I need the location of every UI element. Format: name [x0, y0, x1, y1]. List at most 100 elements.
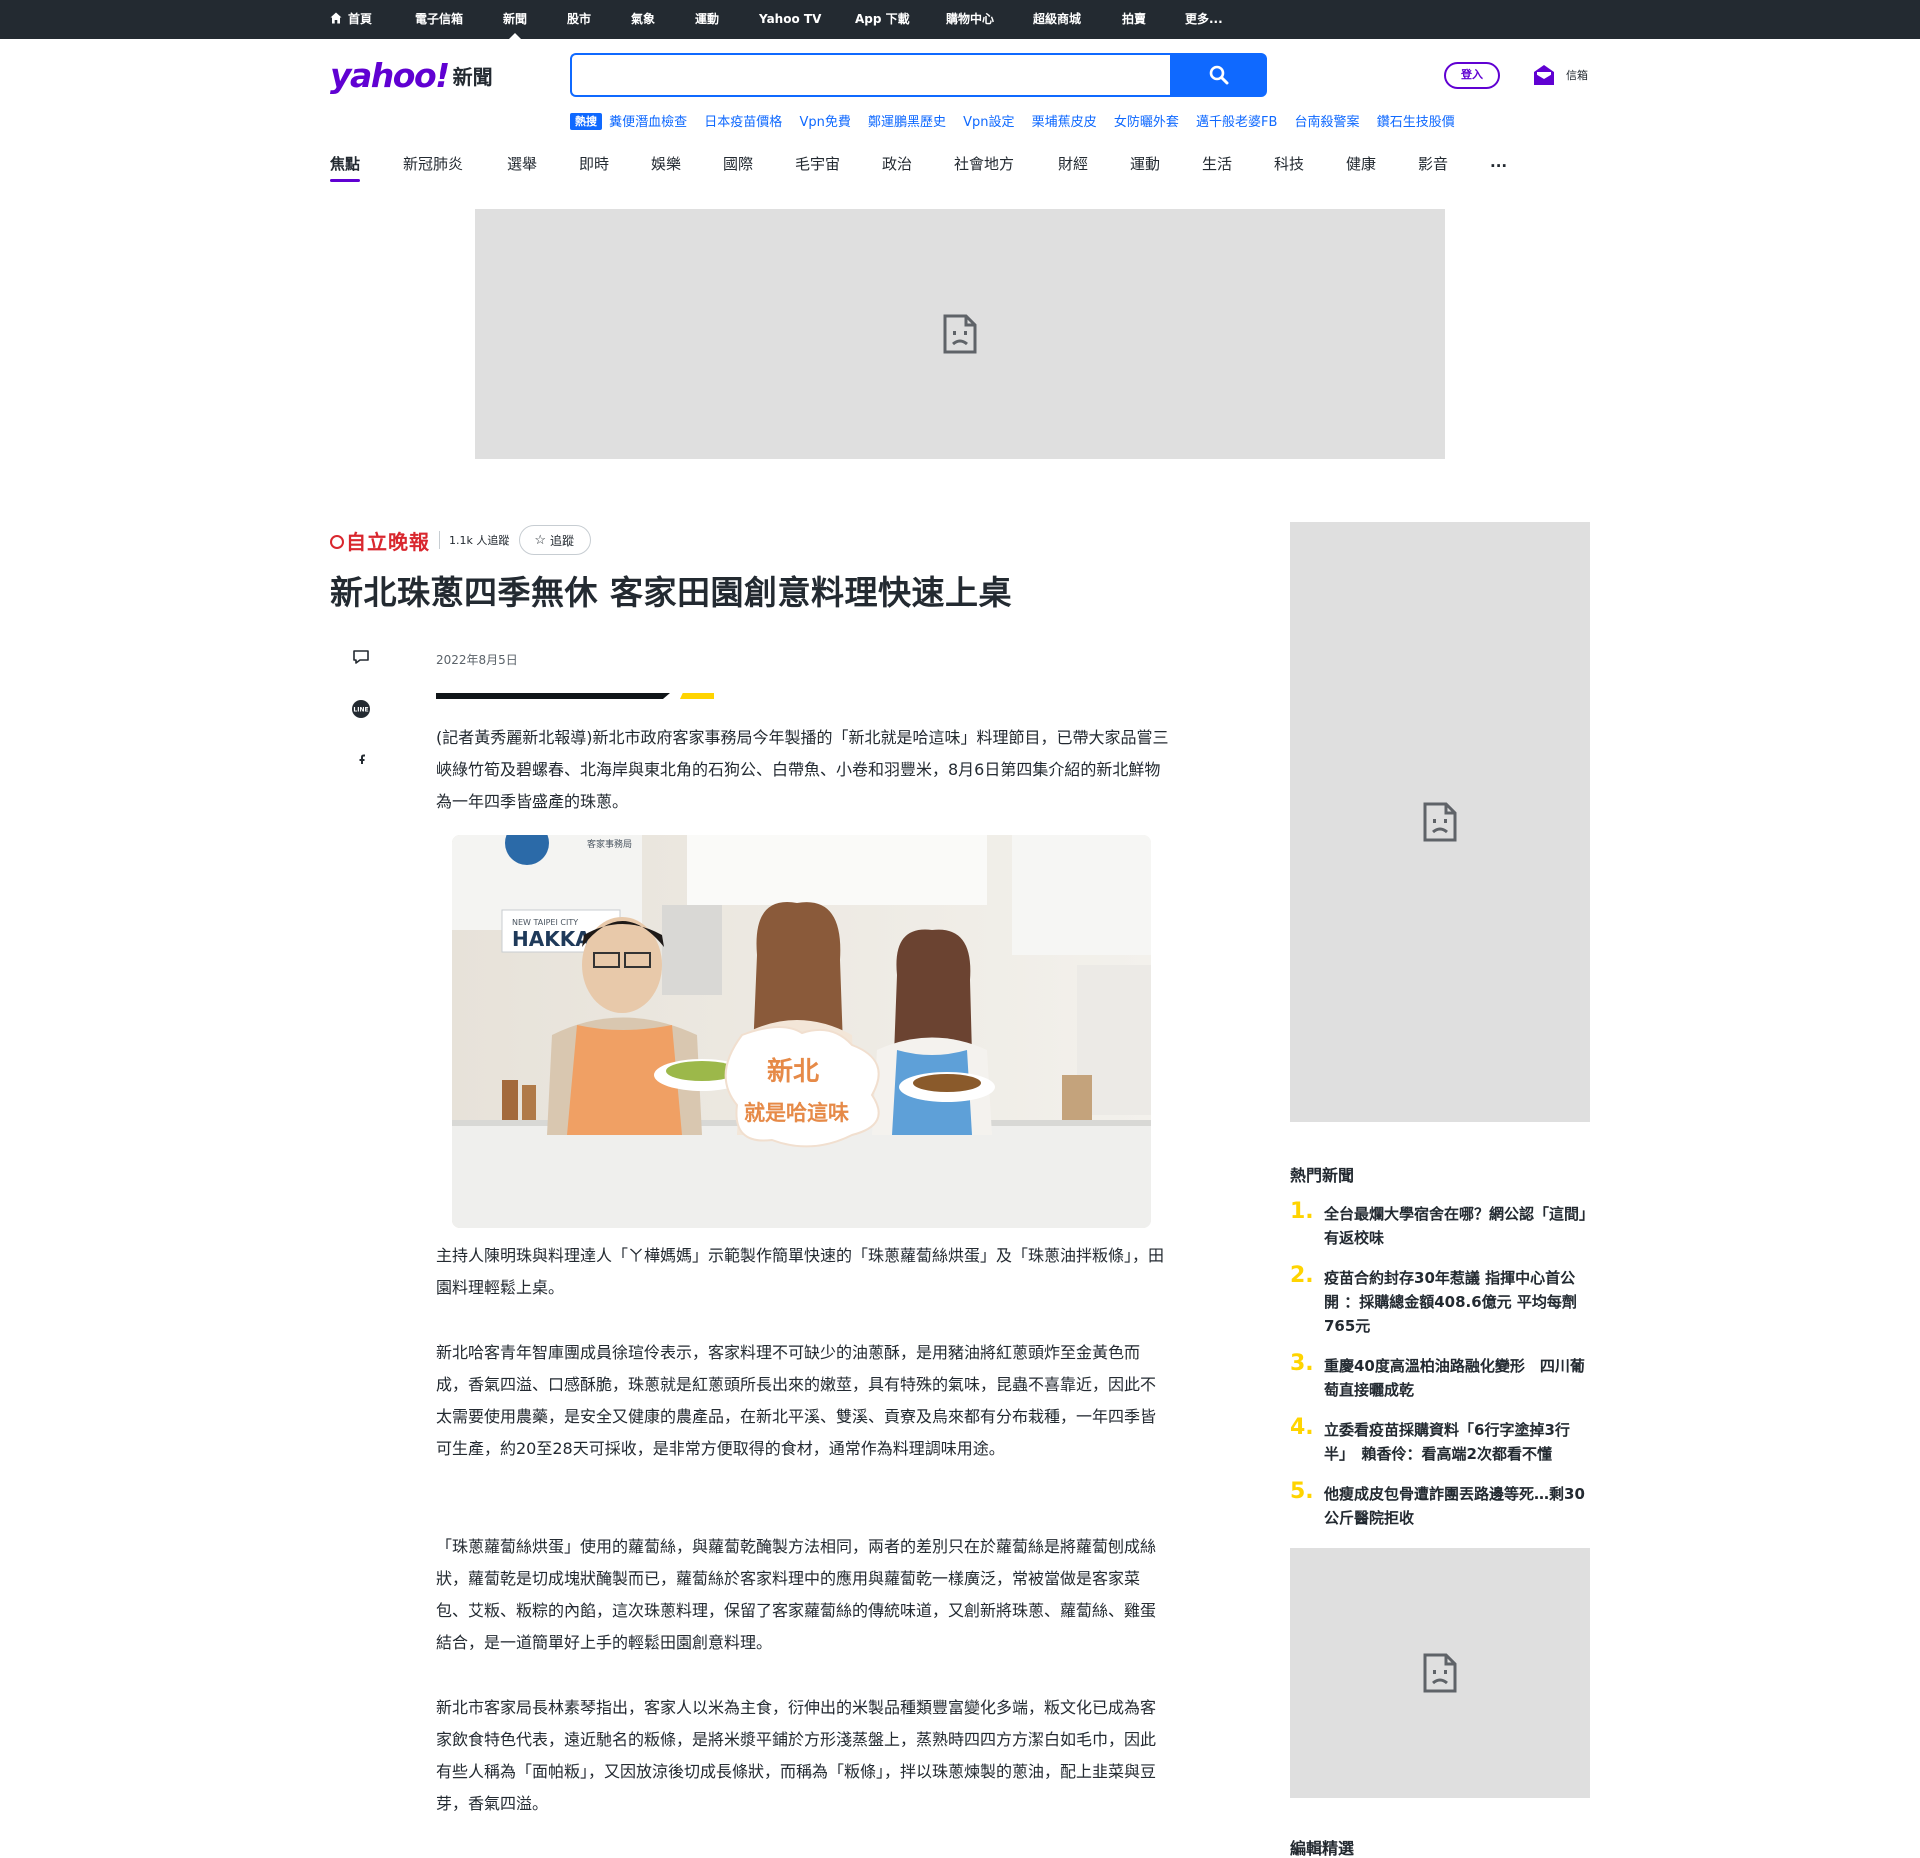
article-photo[interactable]: 客家事務局 NEW TAIPEI CITY HAKKA 新北 就是哈這味	[452, 835, 1151, 1228]
topnav-sports[interactable]: 運動	[695, 0, 719, 39]
hot-news-rank: 1.	[1290, 1199, 1314, 1224]
publisher-logo[interactable]: 自立晚報	[330, 526, 430, 555]
category-tab-latest[interactable]: 即時	[579, 153, 609, 183]
login-button[interactable]: 登入	[1444, 62, 1500, 89]
topnav-finance[interactable]: 股市	[567, 0, 591, 39]
search-input[interactable]	[570, 53, 1172, 97]
trending-link[interactable]: 鄭運鵬黑歷史	[868, 115, 946, 130]
topnav-mail[interactable]: 電子信箱	[415, 0, 463, 39]
banner-ad-placeholder[interactable]	[475, 209, 1445, 459]
hot-news-rank: 4.	[1290, 1415, 1314, 1440]
trending-link[interactable]: 日本疫苗價格	[704, 115, 782, 130]
photo-sign-en: NEW TAIPEI CITY	[512, 918, 578, 927]
category-tab-pets[interactable]: 毛宇宙	[795, 153, 840, 183]
logo-sub: 新聞	[452, 65, 493, 89]
trending-link[interactable]: 台南殺警案	[1295, 115, 1360, 130]
hot-news-rank: 5.	[1290, 1479, 1314, 1504]
category-tab-politics[interactable]: 政治	[882, 153, 912, 183]
category-tab-tech[interactable]: 科技	[1274, 153, 1304, 183]
trending-link[interactable]: 栗埔蕉皮皮	[1032, 115, 1097, 130]
hot-news-headline: 立委看疫苗採購資料「6行字塗掉3行半」 賴香伶：看高端2次都看不懂	[1324, 1421, 1570, 1463]
topnav-shopping[interactable]: 購物中心	[946, 0, 994, 39]
topnav-home[interactable]: 首頁	[330, 0, 372, 39]
trending-link[interactable]: Vpn免費	[799, 115, 850, 130]
sidebar-ad-placeholder[interactable]	[1290, 522, 1590, 1122]
mail-label: 信箱	[1566, 69, 1588, 82]
hot-news-headline: 疫苗合約封存30年惹議 指揮中心首公開 ：採購總金額408.6億元 平均每劑76…	[1324, 1269, 1577, 1335]
star-icon: ☆	[534, 532, 547, 547]
photo-prop-line2: 就是哈這味	[744, 1100, 849, 1125]
topnav-news[interactable]: 新聞	[503, 0, 527, 39]
category-tab-health[interactable]: 健康	[1346, 153, 1376, 183]
trending-link[interactable]: 鑽石生技股價	[1377, 115, 1455, 130]
category-tab-business[interactable]: 財經	[1058, 153, 1088, 183]
hot-news-item[interactable]: 2. 疫苗合約封存30年惹議 指揮中心首公開 ：採購總金額408.6億元 平均每…	[1290, 1263, 1590, 1335]
title-divider	[436, 693, 670, 699]
mail-link[interactable]: 信箱	[1532, 62, 1588, 88]
photo-sign-top: 客家事務局	[587, 838, 632, 850]
sidebar-ad-placeholder[interactable]	[1290, 1548, 1590, 1798]
category-tab-lifestyle[interactable]: 生活	[1202, 153, 1232, 183]
hot-news-item[interactable]: 1. 全台最爛大學宿舍在哪？網公認「這間」有返校味	[1290, 1199, 1590, 1252]
publisher-row: 自立晚報 1.1k 人追蹤 ☆ 追蹤	[330, 525, 592, 555]
trending-link[interactable]: 邁千般老婆FB	[1196, 115, 1277, 130]
yahoo-news-logo[interactable]: yahoo! 新聞	[330, 56, 493, 95]
editor-picks-title: 編輯精選	[1290, 1839, 1355, 1858]
category-tab-covid[interactable]: 新冠肺炎	[403, 153, 463, 183]
hot-news-headline: 重慶40度高溫柏油路融化變形 四川葡萄直接曬成乾	[1324, 1357, 1585, 1399]
top-navigation-bar: 首頁 電子信箱 新聞 股市 氣象 運動 Yahoo TV App 下載 購物中心…	[0, 0, 1920, 39]
hot-news-title: 熱門新聞	[1290, 1166, 1355, 1185]
topnav-mall[interactable]: 超級商城	[1033, 0, 1081, 39]
line-share-button[interactable]: LINE	[350, 698, 372, 720]
category-tab-society[interactable]: 社會地方	[954, 153, 1014, 183]
search-button[interactable]	[1170, 53, 1267, 97]
facebook-share-button[interactable]	[350, 750, 372, 772]
category-more[interactable]: ...	[1490, 153, 1507, 183]
category-tab-entertainment[interactable]: 娛樂	[651, 153, 681, 183]
hot-news-item[interactable]: 5. 他瘦成皮包骨遭詐團丟路邊等死…剩30公斤醫院拒收	[1290, 1479, 1590, 1532]
hot-news-rank: 2.	[1290, 1263, 1314, 1288]
trending-link[interactable]: 糞便潛血檢查	[609, 115, 687, 130]
category-tab-election[interactable]: 選舉	[507, 153, 537, 183]
comment-icon	[353, 650, 369, 664]
search-icon	[1209, 65, 1228, 85]
svg-text:LINE: LINE	[353, 707, 368, 714]
article-title: 新北珠蔥四季無休 客家田園創意料理快速上桌	[330, 573, 1012, 612]
comment-button[interactable]	[350, 646, 372, 668]
logo-word: yahoo!	[330, 56, 450, 95]
topnav-app-download[interactable]: App 下載	[855, 0, 910, 39]
home-icon	[330, 12, 342, 24]
topnav-weather[interactable]: 氣象	[631, 0, 655, 39]
category-tab-focus[interactable]: 焦點	[330, 153, 361, 183]
article-photo-illustration: 客家事務局 NEW TAIPEI CITY HAKKA 新北 就是哈這味	[452, 835, 1151, 1228]
topnav-label: 首頁	[348, 12, 373, 26]
publisher-name: 自立晚報	[346, 529, 430, 554]
broken-ad-icon	[1423, 802, 1457, 842]
facebook-icon	[359, 754, 365, 764]
trending-link[interactable]: Vpn設定	[963, 115, 1014, 130]
title-divider-accent	[680, 693, 714, 699]
topnav-yahoo-tv[interactable]: Yahoo TV	[759, 0, 821, 39]
category-tab-video[interactable]: 影音	[1418, 153, 1448, 183]
publish-date: 2022年8月5日	[436, 653, 518, 667]
broken-ad-icon	[1423, 1653, 1457, 1693]
topnav-auction[interactable]: 拍賣	[1122, 0, 1146, 39]
publisher-divider	[439, 531, 440, 549]
follow-button[interactable]: ☆ 追蹤	[519, 525, 592, 555]
hot-news-item[interactable]: 4. 立委看疫苗採購資料「6行字塗掉3行半」 賴香伶：看高端2次都看不懂	[1290, 1415, 1590, 1468]
publisher-logo-mark	[330, 534, 344, 549]
line-icon: LINE	[352, 700, 370, 718]
trending-link[interactable]: 女防曬外套	[1114, 115, 1179, 130]
topnav-more[interactable]: 更多...	[1185, 0, 1223, 39]
trending-searches: 熱搜 糞便潛血檢查 日本疫苗價格 Vpn免費 鄭運鵬黑歷史 Vpn設定 栗埔蕉皮…	[570, 111, 1468, 130]
article-paragraph: 新北市客家局長林素琴指出，客家人以米為主食，衍伸出的米製品種類豐富變化多端，粄文…	[436, 1698, 1157, 1813]
follow-label: 追蹤	[550, 533, 575, 548]
category-tab-sports[interactable]: 運動	[1130, 153, 1160, 183]
category-tab-world[interactable]: 國際	[723, 153, 753, 183]
photo-prop-line1: 新北	[767, 1056, 819, 1087]
hot-news-item[interactable]: 3. 重慶40度高溫柏油路融化變形 四川葡萄直接曬成乾	[1290, 1351, 1590, 1404]
hot-news-rank: 3.	[1290, 1351, 1314, 1376]
photo-sign: HAKKA	[512, 927, 591, 951]
article-paragraph: 新北哈客青年智庫團成員徐瑄伶表示，客家料理不可缺少的油蔥酥，是用豬油將紅蔥頭炸至…	[436, 1343, 1157, 1458]
article-paragraph: 主持人陳明珠與料理達人「ㄚ樺媽媽」示範製作簡單快速的「珠蔥蘿蔔絲烘蛋」及「珠蔥油…	[436, 1246, 1165, 1297]
